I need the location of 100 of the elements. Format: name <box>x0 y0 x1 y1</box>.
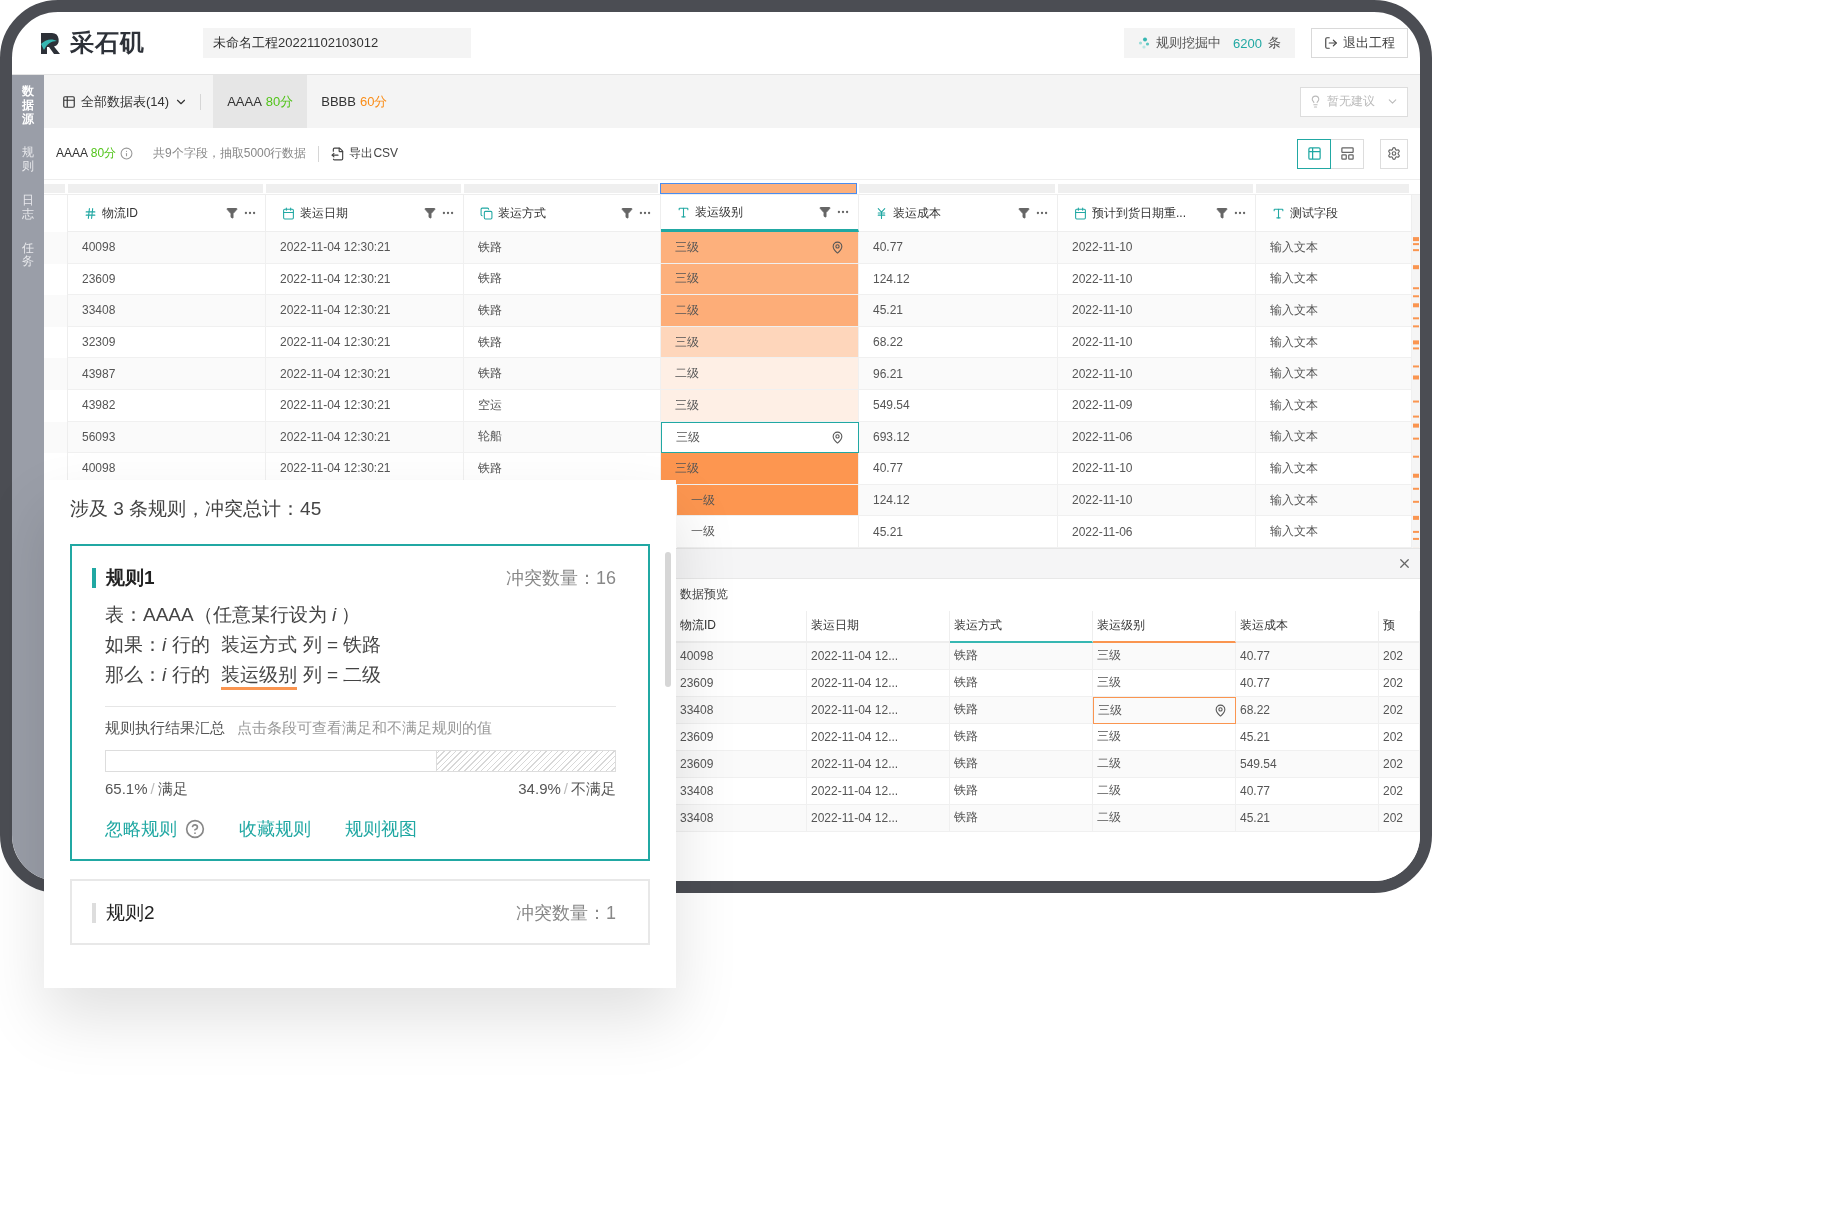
table-cell: 40.77 <box>859 232 1058 264</box>
table-cell: 二级 <box>1093 750 1236 778</box>
calendar-icon <box>1074 206 1087 220</box>
table-cell: 2022-11-04 12... <box>807 750 950 778</box>
grade-cell[interactable]: 三级 <box>661 326 859 359</box>
table-cell: 40.77 <box>859 453 1058 485</box>
table-cell: 二级 <box>1093 777 1236 805</box>
table-cell: 202 <box>1379 750 1420 778</box>
preview-title: 数据预览 <box>679 586 729 604</box>
table-cell: 铁路 <box>950 723 1093 751</box>
table-cell: 2022-11-04 12:30:21 <box>266 295 464 327</box>
table-cell: 45.21 <box>859 295 1058 327</box>
grade-cell[interactable]: 三级 <box>661 263 859 296</box>
table-cell: 202 <box>1379 642 1420 670</box>
project-name-field[interactable]: 未命名工程20221102103012 <box>203 28 471 58</box>
grade-cell[interactable]: 三级 <box>661 232 859 264</box>
table-cell: 2022-11-10 <box>1058 358 1256 390</box>
help-icon <box>185 819 205 839</box>
filter-icon[interactable] <box>621 207 633 219</box>
table-icon <box>1306 146 1322 161</box>
table-cell: 33408 <box>68 295 266 327</box>
grade-cell[interactable]: 三级 <box>661 389 859 422</box>
table-cell: 2022-11-04 12... <box>807 777 950 805</box>
result-title: 规则执行结果汇总 点击条段可查看满足和不满足规则的值 <box>105 719 493 738</box>
table-tab[interactable]: AAAA 80分 <box>213 75 308 128</box>
layout-icon <box>1339 146 1355 161</box>
table-cell: 2022-11-04 12... <box>807 642 950 670</box>
text-icon <box>677 205 690 219</box>
yen-icon <box>875 206 888 220</box>
all-tables-dropdown[interactable]: 全部数据表(14) <box>62 75 189 128</box>
table-cell: 40.77 <box>1236 777 1379 805</box>
table-cell: 43982 <box>68 389 266 422</box>
table-cell: 2022-11-10 <box>1058 295 1256 327</box>
table-cell: 202 <box>1379 804 1420 832</box>
table-cell: 45.21 <box>1236 804 1379 832</box>
table-cell: 铁路 <box>950 669 1093 697</box>
filter-icon[interactable] <box>1216 207 1228 219</box>
export-csv-button[interactable]: 导出CSV <box>331 145 399 162</box>
table-cell: 40.77 <box>1236 669 1379 697</box>
conflict-summary: 涉及 3 条规则，冲突总计：45 <box>70 497 323 521</box>
table-cell: 2022-11-10 <box>1058 453 1256 485</box>
view-toggle[interactable] <box>1297 138 1331 169</box>
mining-status: 规则挖掘中 6200 条 <box>1124 28 1295 58</box>
grade-cell[interactable]: 三级 <box>661 421 859 454</box>
table-summary: 共9个字段，抽取5000行数据 <box>153 145 307 162</box>
conflict-count: 冲突数量：16 <box>505 567 616 590</box>
rule-card[interactable]: 规则2 冲突数量：1 <box>70 879 650 945</box>
table-cell: 铁路 <box>950 642 1093 670</box>
table-cell: 40.77 <box>1236 642 1379 670</box>
table-cell: 2022-11-04 12:30:21 <box>266 232 464 264</box>
table-cell: 68.22 <box>1236 696 1379 724</box>
location-pin-icon <box>1214 703 1227 717</box>
rule-title: 规则2 <box>92 903 155 923</box>
table-cell: 三级 <box>1093 642 1236 670</box>
text-icon <box>1272 206 1285 220</box>
table-cell: 40098 <box>68 232 266 264</box>
satisfied-ratio: 65.1% / 满足 <box>105 780 188 799</box>
table-cell: 45.21 <box>1236 723 1379 751</box>
number-icon <box>84 206 97 220</box>
rule-condition: 表：AAAA（任意某行设为 i ） <box>105 603 362 627</box>
table-cell: 549.54 <box>1236 750 1379 778</box>
table-cell: 2022-11-04 12:30:21 <box>266 389 464 422</box>
settings-button[interactable] <box>1380 138 1408 169</box>
exit-icon <box>1324 36 1338 50</box>
export-icon <box>331 146 346 161</box>
table-cell: 202 <box>1379 696 1420 724</box>
table-cell: 202 <box>1379 777 1420 805</box>
grade-cell[interactable]: 二级 <box>661 358 859 390</box>
table-cell: 三级 <box>1093 696 1236 724</box>
grade-cell[interactable]: 三级 <box>661 453 859 485</box>
table-cell: 96.21 <box>859 358 1058 390</box>
table-icon <box>62 94 76 109</box>
rule-condition: 那么：i 行的 装运级别 列 = 二级 <box>105 660 616 690</box>
filter-icon[interactable] <box>424 207 436 219</box>
table-cell: 铁路 <box>950 696 1093 724</box>
calendar-icon <box>282 206 295 220</box>
table-cell: 2022-11-04 12:30:21 <box>266 358 464 390</box>
filter-icon[interactable] <box>1018 207 1030 219</box>
table-cell: 202 <box>1379 669 1420 697</box>
info-icon[interactable] <box>120 147 134 160</box>
settings-icon <box>1387 146 1401 161</box>
table-cell: 549.54 <box>859 389 1058 422</box>
table-cell: 45.21 <box>859 516 1058 548</box>
filter-icon[interactable] <box>226 207 238 219</box>
table-cell: 铁路 <box>950 777 1093 805</box>
scrollbar[interactable] <box>665 552 671 687</box>
filter-icon[interactable] <box>819 206 831 218</box>
grade-cell[interactable]: 一级 <box>677 484 859 517</box>
brand-name: 采石矶 <box>70 28 145 58</box>
table-cell: 2022-11-04 12... <box>807 723 950 751</box>
unsatisfied-ratio: 34.9% / 不满足 <box>518 780 616 799</box>
table-cell: 202 <box>1379 723 1420 751</box>
copy-icon <box>480 206 493 220</box>
table-tab[interactable]: BBBB 60分 <box>307 75 402 128</box>
grade-cell[interactable]: 二级 <box>661 295 859 327</box>
exit-project-button[interactable]: 退出工程 <box>1311 28 1408 58</box>
table-cell: 43987 <box>68 358 266 390</box>
lightbulb-icon <box>1309 95 1322 108</box>
table-cell: 2022-11-04 12... <box>807 669 950 697</box>
grade-cell[interactable]: 一级 <box>677 516 859 548</box>
